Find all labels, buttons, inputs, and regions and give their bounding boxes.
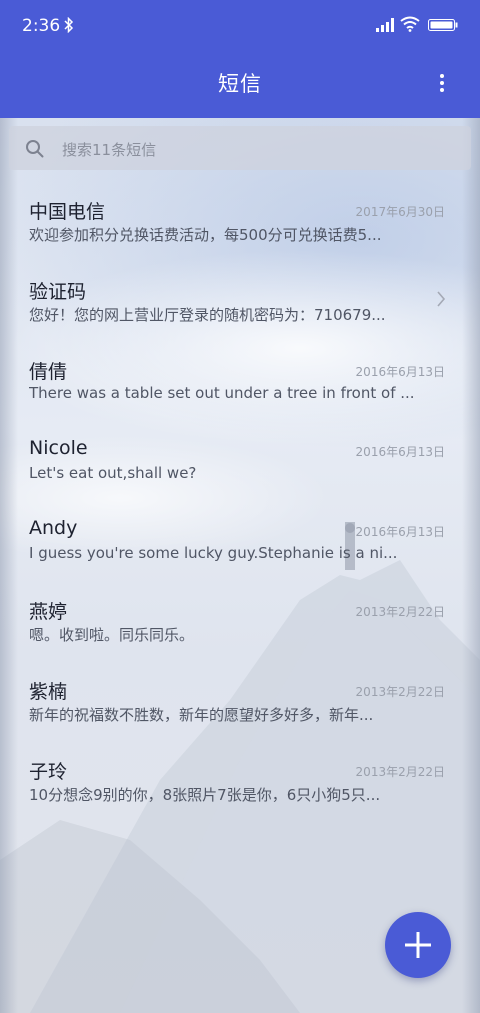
- sender-name: 子玲: [29, 761, 68, 783]
- conversation-item[interactable]: 紫楠 2013年2月22日 新年的祝福数不胜数，新年的愿望好多好多，新年...: [0, 656, 480, 736]
- conversation-item[interactable]: 中国电信 2017年6月30日 欢迎参加积分兑换话费活动，每500分可兑换话费5…: [0, 176, 480, 256]
- message-preview: 您好！您的网上营业厅登录的随机密码为：710679...: [29, 306, 386, 324]
- message-date: 2013年2月22日: [355, 685, 445, 699]
- search-input[interactable]: 搜索11条短信: [9, 126, 471, 170]
- conversation-item[interactable]: 倩倩 2016年6月13日 There was a table set out …: [0, 336, 480, 416]
- message-date: 2016年6月13日: [355, 445, 445, 459]
- message-preview: 嗯。收到啦。同乐同乐。: [29, 626, 195, 644]
- conversation-item[interactable]: 子玲 2013年2月22日 10分想念9别的你，8张照片7张是你，6只小狗5只.…: [0, 736, 480, 816]
- signal-icon: [376, 18, 394, 32]
- sender-name: 验证码: [29, 281, 87, 303]
- message-date: 2016年6月13日: [355, 525, 445, 539]
- conversation-item[interactable]: 验证码 您好！您的网上营业厅登录的随机密码为：710679...: [0, 256, 480, 336]
- sender-name: 紫楠: [29, 681, 68, 703]
- compose-button[interactable]: [385, 912, 451, 978]
- message-date: 2013年2月22日: [355, 765, 445, 779]
- message-preview: Let's eat out,shall we?: [29, 464, 197, 482]
- conversation-item[interactable]: Nicole 2016年6月13日 Let's eat out,shall we…: [0, 416, 480, 496]
- message-date: 2016年6月13日: [355, 365, 445, 379]
- bluetooth-icon: [64, 17, 74, 33]
- status-time: 2:36: [22, 16, 61, 36]
- battery-icon: [428, 19, 458, 31]
- sender-name: 燕婷: [29, 601, 68, 623]
- more-vertical-icon[interactable]: [436, 72, 448, 94]
- wifi-icon: [400, 16, 420, 32]
- sender-name: 中国电信: [29, 201, 106, 223]
- status-bar: 2:36: [0, 0, 480, 52]
- plus-icon: [405, 932, 431, 958]
- search-placeholder: 搜索11条短信: [62, 141, 157, 159]
- page-title: 短信: [218, 72, 262, 96]
- message-preview: 欢迎参加积分兑换话费活动，每500分可兑换话费5...: [29, 226, 382, 244]
- sender-name: Nicole: [29, 437, 88, 459]
- sender-name: 倩倩: [29, 361, 68, 383]
- message-preview: There was a table set out under a tree i…: [29, 384, 415, 402]
- message-date: 2013年2月22日: [355, 605, 445, 619]
- conversation-item[interactable]: Andy 2016年6月13日 I guess you're some luck…: [0, 496, 480, 576]
- sender-name: Andy: [29, 517, 78, 539]
- app-header: 2:36 短信: [0, 0, 480, 118]
- message-date: 2017年6月30日: [355, 205, 445, 219]
- message-preview: 新年的祝福数不胜数，新年的愿望好多好多，新年...: [29, 706, 374, 724]
- search-icon: [26, 140, 44, 158]
- conversation-item[interactable]: 燕婷 2013年2月22日 嗯。收到啦。同乐同乐。: [0, 576, 480, 656]
- message-preview: I guess you're some lucky guy.Stephanie …: [29, 544, 398, 562]
- chevron-right-icon[interactable]: [436, 291, 446, 307]
- message-preview: 10分想念9别的你，8张照片7张是你，6只小狗5只...: [29, 786, 381, 804]
